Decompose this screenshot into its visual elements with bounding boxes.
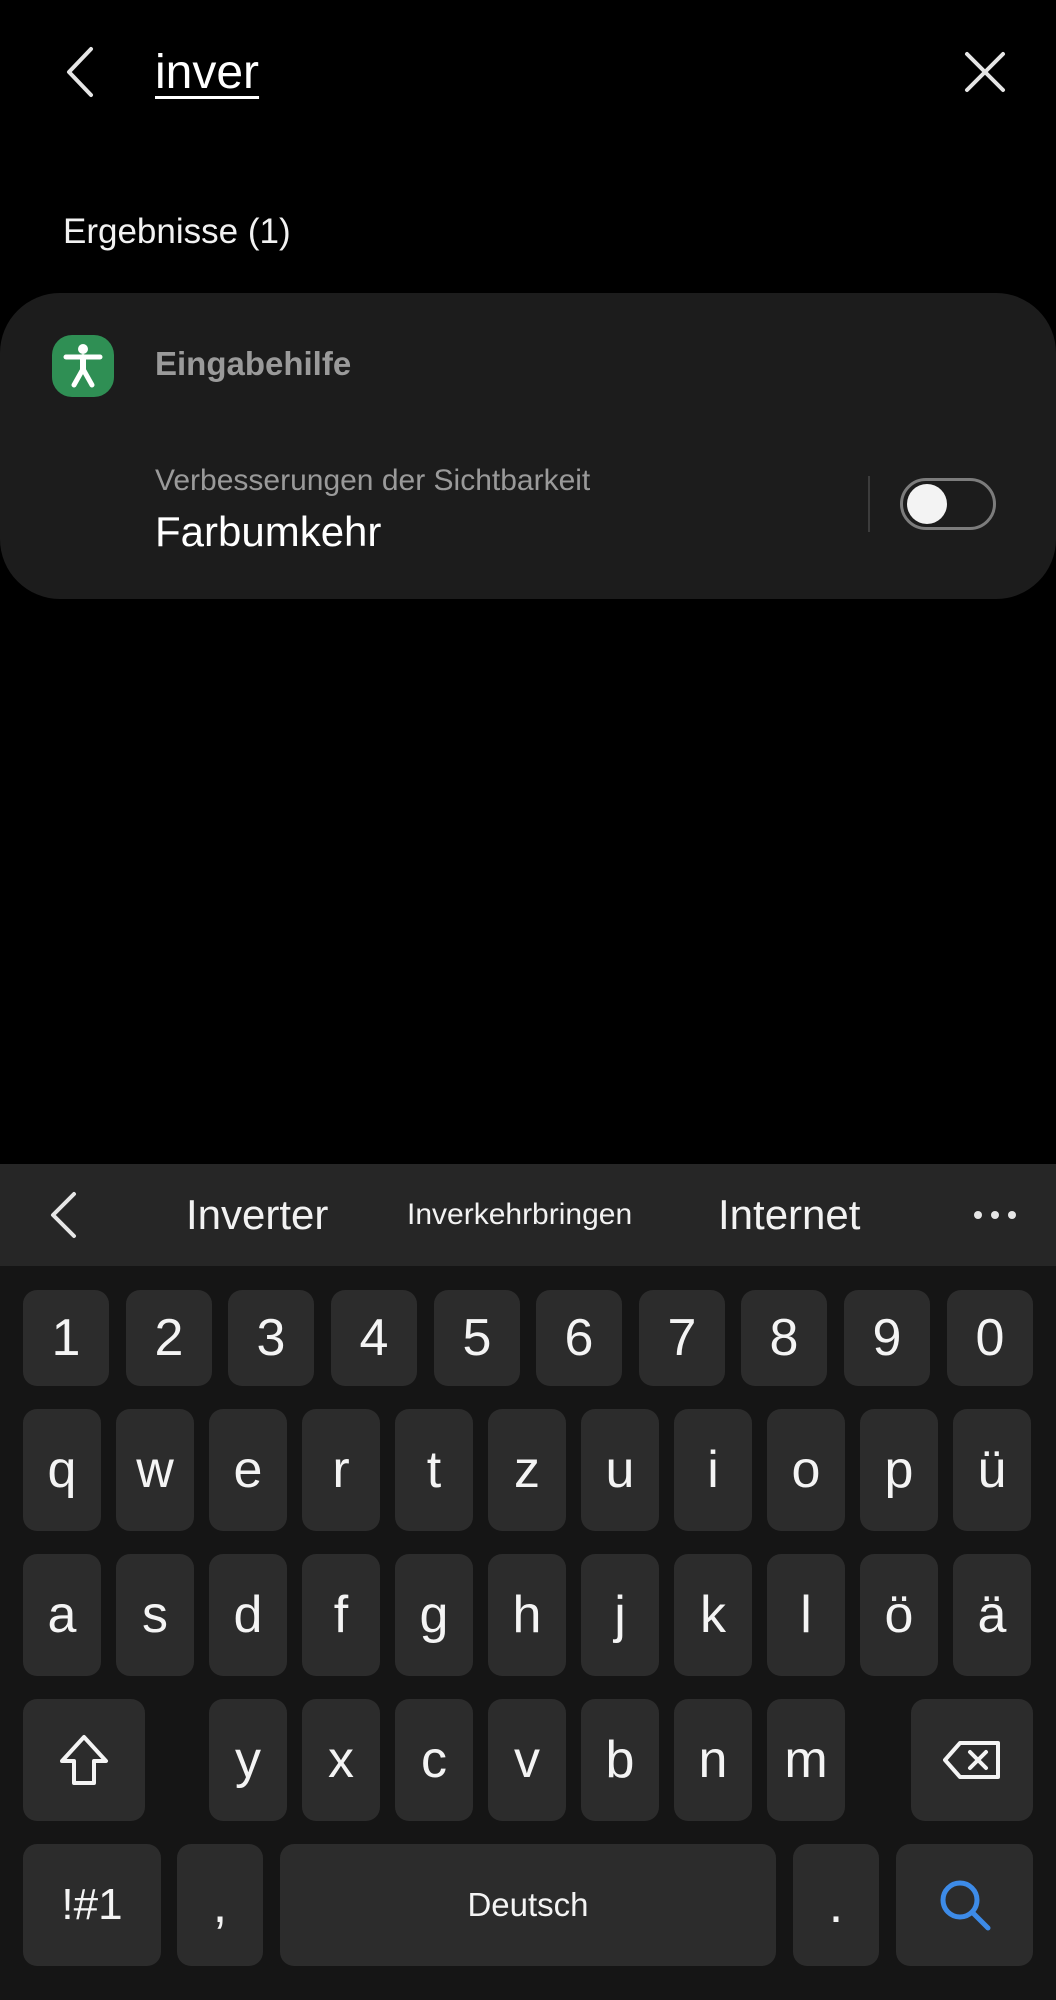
key-d[interactable]: d: [209, 1554, 287, 1676]
key-a[interactable]: a: [23, 1554, 101, 1676]
toggle-knob: [907, 484, 947, 524]
key-q[interactable]: q: [23, 1409, 101, 1531]
key-g[interactable]: g: [395, 1554, 473, 1676]
key-9[interactable]: 9: [844, 1290, 930, 1386]
key-x[interactable]: x: [302, 1699, 380, 1821]
shift-key[interactable]: [23, 1699, 145, 1821]
key-f[interactable]: f: [302, 1554, 380, 1676]
result-subtitle: Verbesserungen der Sichtbarkeit: [155, 464, 591, 497]
accessibility-icon: [52, 335, 114, 397]
key-ae[interactable]: ä: [953, 1554, 1031, 1676]
key-r[interactable]: r: [302, 1409, 380, 1531]
key-c[interactable]: c: [395, 1699, 473, 1821]
backspace-icon: [943, 1741, 1000, 1779]
results-count: Ergebnisse (1): [63, 212, 291, 251]
key-oe[interactable]: ö: [860, 1554, 938, 1676]
key-b[interactable]: b: [581, 1699, 659, 1821]
key-0[interactable]: 0: [947, 1290, 1033, 1386]
suggestion-3[interactable]: Internet: [718, 1164, 860, 1266]
comma-key[interactable]: ,: [177, 1844, 263, 1966]
divider: [868, 476, 870, 532]
key-m[interactable]: m: [767, 1699, 845, 1821]
key-4[interactable]: 4: [331, 1290, 417, 1386]
clear-search-button[interactable]: [955, 40, 1015, 104]
key-2[interactable]: 2: [126, 1290, 212, 1386]
key-t[interactable]: t: [395, 1409, 473, 1531]
key-8[interactable]: 8: [741, 1290, 827, 1386]
chevron-left-icon: [67, 47, 93, 97]
key-7[interactable]: 7: [639, 1290, 725, 1386]
symbols-key[interactable]: !#1: [23, 1844, 161, 1966]
key-5[interactable]: 5: [434, 1290, 520, 1386]
period-key[interactable]: .: [793, 1844, 879, 1966]
key-l[interactable]: l: [767, 1554, 845, 1676]
key-v[interactable]: v: [488, 1699, 566, 1821]
result-title[interactable]: Farbumkehr: [155, 508, 381, 556]
key-z[interactable]: z: [488, 1409, 566, 1531]
key-1[interactable]: 1: [23, 1290, 109, 1386]
key-k[interactable]: k: [674, 1554, 752, 1676]
more-suggestions-button[interactable]: [970, 1184, 1020, 1246]
space-key[interactable]: Deutsch: [280, 1844, 776, 1966]
suggestion-2[interactable]: Inverkehrbringen: [407, 1164, 632, 1266]
key-e[interactable]: e: [209, 1409, 287, 1531]
search-input[interactable]: inver: [155, 40, 259, 104]
key-i[interactable]: i: [674, 1409, 752, 1531]
key-o[interactable]: o: [767, 1409, 845, 1531]
key-p[interactable]: p: [860, 1409, 938, 1531]
farbumkehr-toggle[interactable]: [900, 478, 996, 530]
key-6[interactable]: 6: [536, 1290, 622, 1386]
close-icon: [965, 52, 1005, 92]
key-j[interactable]: j: [581, 1554, 659, 1676]
key-s[interactable]: s: [116, 1554, 194, 1676]
backspace-key[interactable]: [911, 1699, 1033, 1821]
search-key[interactable]: [896, 1844, 1033, 1966]
search-icon: [940, 1880, 990, 1931]
key-n[interactable]: n: [674, 1699, 752, 1821]
shift-icon: [60, 1735, 108, 1785]
key-h[interactable]: h: [488, 1554, 566, 1676]
back-button[interactable]: [50, 40, 110, 104]
key-u[interactable]: u: [581, 1409, 659, 1531]
result-category: Eingabehilfe: [155, 345, 352, 382]
key-y[interactable]: y: [209, 1699, 287, 1821]
suggestion-back-button[interactable]: [38, 1184, 88, 1246]
chevron-left-icon: [51, 1192, 76, 1238]
key-3[interactable]: 3: [228, 1290, 314, 1386]
more-horizontal-icon: [974, 1211, 1016, 1219]
suggestion-1[interactable]: Inverter: [186, 1164, 328, 1266]
key-ue[interactable]: ü: [953, 1409, 1031, 1531]
key-w[interactable]: w: [116, 1409, 194, 1531]
